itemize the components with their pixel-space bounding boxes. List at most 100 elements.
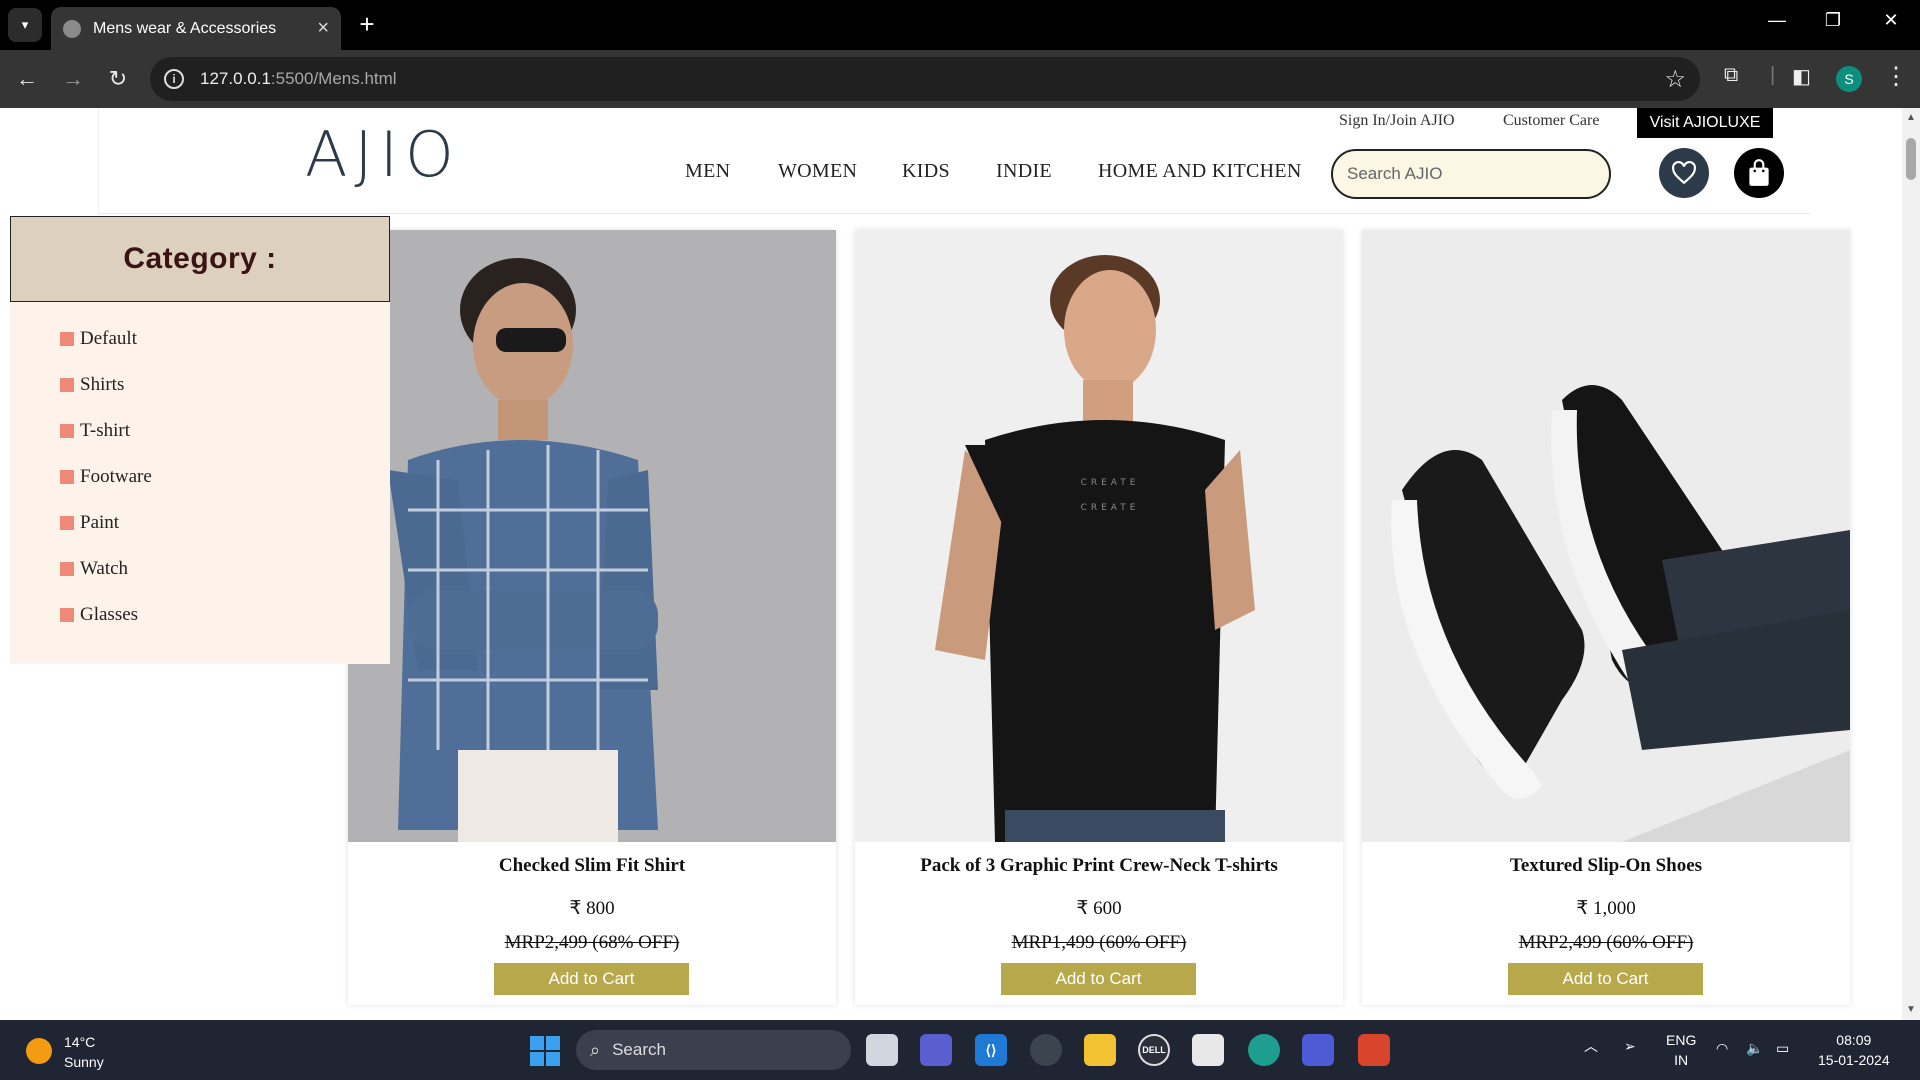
dell-icon[interactable]: DELL bbox=[1138, 1034, 1170, 1066]
weather-widget[interactable]: 14°C Sunny bbox=[64, 1032, 104, 1072]
product-card[interactable]: Textured Slip-On Shoes ₹ 1,000 MRP2,499 … bbox=[1362, 230, 1850, 1005]
scroll-up-icon[interactable]: ▲ bbox=[1906, 112, 1916, 123]
bullet-icon bbox=[60, 516, 74, 530]
product-card[interactable]: Checked Slim Fit Shirt ₹ 800 MRP2,499 (6… bbox=[348, 230, 836, 1005]
category-item-footware[interactable]: Footware bbox=[60, 454, 152, 500]
sun-icon[interactable] bbox=[26, 1038, 52, 1064]
shopping-bag-button[interactable] bbox=[1734, 148, 1784, 198]
add-to-cart-button[interactable]: Add to Cart bbox=[1001, 963, 1196, 995]
forward-icon[interactable]: → bbox=[58, 64, 88, 94]
browser-menu-icon[interactable]: ⋮ bbox=[1884, 62, 1908, 91]
app-icon[interactable] bbox=[1358, 1034, 1390, 1066]
volume-icon[interactable]: 🔈 bbox=[1746, 1038, 1763, 1058]
svg-text:CREATE: CREATE bbox=[1081, 503, 1140, 513]
toolbar-divider: | bbox=[1770, 64, 1776, 86]
product-name[interactable]: Textured Slip-On Shoes bbox=[1362, 855, 1850, 877]
wifi-icon[interactable]: ◠ bbox=[1716, 1038, 1728, 1058]
product-image-shoes[interactable] bbox=[1362, 230, 1850, 842]
product-image-shirt[interactable] bbox=[348, 230, 836, 842]
visit-ajioluxe-button[interactable]: Visit AJIOLUXE bbox=[1637, 108, 1773, 138]
taskbar-search[interactable]: ⌕ Search bbox=[576, 1030, 851, 1070]
tab-search-dropdown[interactable]: ▾ bbox=[8, 8, 42, 42]
search-icon: ⌕ bbox=[590, 1039, 601, 1060]
page-viewport: AJIO Sign In/Join AJIO Customer Care Vis… bbox=[0, 108, 1902, 1020]
battery-icon[interactable]: ▭ bbox=[1776, 1038, 1789, 1058]
add-to-cart-button[interactable]: Add to Cart bbox=[1508, 963, 1703, 995]
close-tab-icon[interactable]: × bbox=[317, 17, 329, 40]
site-header: AJIO Sign In/Join AJIO Customer Care Vis… bbox=[98, 108, 1810, 214]
category-heading: Category : bbox=[10, 216, 390, 302]
page-scrollbar[interactable]: ▲ ▼ bbox=[1902, 108, 1920, 1020]
close-window-icon[interactable]: ✕ bbox=[1876, 10, 1906, 31]
product-mrp: MRP2,499 (68% OFF) bbox=[504, 932, 680, 953]
bullet-icon bbox=[60, 424, 74, 438]
nav-indie[interactable]: INDIE bbox=[996, 160, 1052, 183]
nav-kids[interactable]: KIDS bbox=[902, 160, 950, 183]
bookmark-star-icon[interactable]: ☆ bbox=[1664, 65, 1686, 94]
profile-avatar[interactable]: S bbox=[1836, 66, 1862, 92]
extensions-icon[interactable]: ⧉ bbox=[1724, 64, 1738, 87]
ajio-logo[interactable]: AJIO bbox=[305, 118, 461, 191]
customer-care-link[interactable]: Customer Care bbox=[1503, 112, 1599, 130]
new-tab-button[interactable]: + bbox=[352, 9, 382, 39]
bullet-icon bbox=[60, 608, 74, 622]
sign-in-link[interactable]: Sign In/Join AJIO bbox=[1339, 112, 1455, 130]
language-indicator[interactable]: ENG IN bbox=[1666, 1030, 1696, 1070]
browser-toolbar: ← → ↻ i 127.0.0.1:5500/Mens.html ☆ bbox=[0, 50, 1920, 108]
product-image-tshirt[interactable]: CREATE CREATE bbox=[855, 230, 1343, 842]
task-view-icon[interactable] bbox=[866, 1034, 898, 1066]
file-explorer-icon[interactable] bbox=[1084, 1034, 1116, 1066]
bullet-icon bbox=[60, 332, 74, 346]
reload-icon[interactable]: ↻ bbox=[103, 64, 133, 94]
windows-start-button[interactable] bbox=[530, 1036, 560, 1066]
site-info-icon[interactable]: i bbox=[164, 69, 184, 89]
nav-women[interactable]: WOMEN bbox=[778, 160, 857, 183]
address-bar[interactable]: i 127.0.0.1:5500/Mens.html ☆ bbox=[150, 57, 1700, 101]
chrome-icon[interactable] bbox=[1030, 1034, 1062, 1066]
wishlist-button[interactable] bbox=[1659, 148, 1709, 198]
product-name[interactable]: Pack of 3 Graphic Print Crew-Neck T-shir… bbox=[855, 855, 1343, 877]
add-to-cart-button[interactable]: Add to Cart bbox=[494, 963, 689, 995]
bullet-icon bbox=[60, 562, 74, 576]
side-panel-icon[interactable]: ◧ bbox=[1792, 64, 1811, 89]
shopping-bag-icon bbox=[1749, 159, 1769, 186]
browser-tab[interactable]: Mens wear & Accessories × bbox=[51, 7, 341, 50]
product-mrp: MRP1,499 (60% OFF) bbox=[1011, 932, 1187, 953]
category-item-shirts[interactable]: Shirts bbox=[60, 362, 152, 408]
category-item-glasses[interactable]: Glasses bbox=[60, 592, 152, 638]
back-icon[interactable]: ← bbox=[12, 64, 42, 94]
clock[interactable]: 08:09 15-01-2024 bbox=[1818, 1030, 1890, 1070]
nav-home-and-kitchen[interactable]: HOME AND KITCHEN bbox=[1098, 160, 1302, 183]
teams-icon[interactable] bbox=[920, 1034, 952, 1066]
category-item-default[interactable]: Default bbox=[60, 316, 152, 362]
nav-men[interactable]: MEN bbox=[685, 160, 730, 183]
bullet-icon bbox=[60, 470, 74, 484]
product-name[interactable]: Checked Slim Fit Shirt bbox=[348, 855, 836, 877]
category-item-paint[interactable]: Paint bbox=[60, 500, 152, 546]
bullet-icon bbox=[60, 378, 74, 392]
browser-tab-bar: ▾ Mens wear & Accessories × + — ❐ ✕ bbox=[0, 0, 1920, 50]
product-card[interactable]: CREATE CREATE Pack of 3 Graphic Print Cr… bbox=[855, 230, 1343, 1005]
heart-icon bbox=[1672, 161, 1696, 185]
scroll-down-icon[interactable]: ▼ bbox=[1906, 1004, 1916, 1015]
vscode-icon[interactable]: ⟨⟩ bbox=[975, 1034, 1007, 1066]
category-item-watch[interactable]: Watch bbox=[60, 546, 152, 592]
scrollbar-thumb[interactable] bbox=[1906, 138, 1916, 180]
category-list: Default Shirts T-shirt Footware Paint Wa… bbox=[60, 316, 152, 638]
edge-icon[interactable] bbox=[1248, 1034, 1280, 1066]
category-sidebar: Category : Default Shirts T-shirt Footwa… bbox=[10, 216, 390, 664]
ms-store-icon[interactable] bbox=[1192, 1034, 1224, 1066]
location-icon[interactable]: ➢ bbox=[1624, 1036, 1636, 1056]
svg-text:CREATE: CREATE bbox=[1081, 478, 1140, 488]
category-item-tshirt[interactable]: T-shirt bbox=[60, 408, 152, 454]
copilot-icon[interactable] bbox=[1302, 1034, 1334, 1066]
tab-title: Mens wear & Accessories bbox=[93, 19, 277, 37]
search-input[interactable] bbox=[1331, 149, 1611, 199]
restore-icon[interactable]: ❐ bbox=[1818, 10, 1848, 31]
product-price: ₹ 600 bbox=[1076, 898, 1122, 919]
minimize-icon[interactable]: — bbox=[1762, 10, 1792, 31]
globe-icon bbox=[63, 19, 81, 38]
chevron-up-icon[interactable]: ︿ bbox=[1584, 1036, 1598, 1056]
product-mrp: MRP2,499 (60% OFF) bbox=[1518, 932, 1694, 953]
product-price: ₹ 800 bbox=[569, 898, 615, 919]
